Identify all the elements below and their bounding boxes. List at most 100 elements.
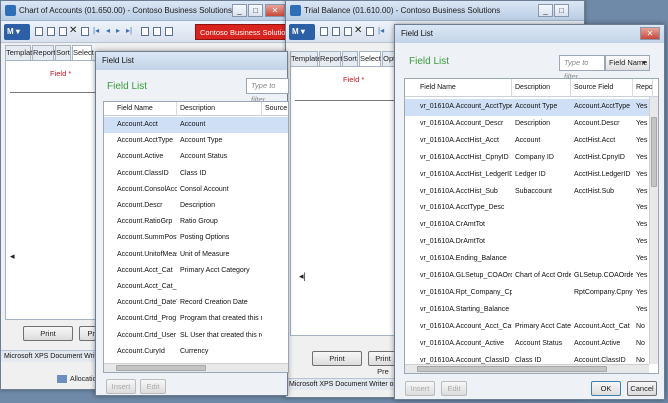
table-row[interactable]: Account.Acct_Cat Primary Acct Category (104, 263, 288, 279)
first-record-icon[interactable]: |◂ (378, 26, 384, 35)
table-row[interactable]: Account.Active Account Status (104, 149, 288, 165)
minimize-button[interactable]: _ (538, 4, 553, 17)
tab-select[interactable]: Select (72, 45, 94, 60)
note-icon[interactable] (153, 27, 161, 36)
table-row[interactable]: vr_01610A.Account_AcctType Account Type Ac… (405, 99, 658, 116)
edit-button[interactable]: Edit (441, 381, 467, 396)
last-record-icon[interactable]: ▸| (126, 26, 132, 35)
find-icon[interactable] (141, 27, 149, 36)
tab-select[interactable]: Select (359, 51, 381, 66)
sort-by-dropdown[interactable]: Field Name ▾ (605, 55, 650, 71)
close-button[interactable]: ✕ (265, 4, 285, 17)
window-titlebar[interactable]: Trial Balance (01.610.00) - Contoso Busi… (286, 1, 584, 21)
table-row[interactable]: vr_01610A.DrAmtTot Yes (405, 234, 658, 251)
table-row[interactable]: Account.RatioGrp Ratio Group (104, 214, 288, 230)
delete-icon[interactable]: ✕ (69, 25, 77, 36)
cell-description: Account Type (515, 103, 558, 110)
maximize-button[interactable]: □ (554, 4, 569, 17)
paste-icon[interactable] (81, 27, 89, 36)
copy-icon[interactable] (344, 27, 352, 36)
table-row[interactable]: Account.Acct_Cat_SW (104, 279, 288, 295)
dynamics-menu-button[interactable]: M ▾ (4, 24, 30, 40)
column-header-report[interactable]: Report (633, 79, 653, 97)
insert-button[interactable]: Insert (106, 379, 136, 394)
print-button[interactable]: Print (312, 351, 362, 366)
table-row[interactable]: Account.Descr Description (104, 198, 288, 214)
tab-report[interactable]: Report (319, 51, 343, 66)
company-button[interactable]: Contoso Business Solutions (195, 24, 299, 40)
minimize-button[interactable]: _ (232, 4, 247, 17)
cell-field-name: vr_01610A.AcctHist_LedgerID (420, 170, 512, 178)
column-header-source-field[interactable]: Source Fie (262, 102, 288, 116)
allocation-item[interactable]: Allocation (57, 375, 100, 383)
column-header-description[interactable]: Description (177, 102, 262, 116)
table-row[interactable]: Account.Crtd_Prog Program that created th… (104, 311, 288, 327)
column-header-source-field[interactable]: Source Field (571, 79, 633, 97)
table-row[interactable]: Account.AcctType Account Type (104, 133, 288, 149)
field-grid[interactable]: Field Name Description Source Field Repo… (404, 78, 659, 374)
insert-button[interactable]: Insert (405, 381, 435, 396)
paste-icon[interactable] (366, 27, 374, 36)
tab-sort[interactable]: Sort (342, 51, 358, 66)
ok-button[interactable]: OK (591, 381, 621, 396)
table-row[interactable]: Account.Crtd_DateTimeRecord Creation Dat… (104, 295, 288, 311)
horizontal-scrollbar[interactable] (405, 364, 649, 373)
tab-report[interactable]: Report (32, 45, 56, 60)
table-row[interactable]: vr_01610A.AcctType_Desc Yes (405, 200, 658, 217)
tab-template[interactable]: Template (5, 45, 36, 60)
horizontal-scrollbar[interactable] (104, 363, 288, 372)
edit-button[interactable]: Edit (140, 379, 166, 394)
close-button[interactable]: ✕ (640, 27, 660, 40)
table-row[interactable]: Account.UnitofMeas Unit of Measure (104, 247, 288, 263)
table-row[interactable]: vr_01610A.Account_Active Account Status Ac… (405, 336, 658, 353)
scroll-thumb[interactable] (417, 366, 607, 372)
previous-record-icon[interactable]: ◂ (106, 26, 110, 35)
table-row[interactable]: Account.CuryId Currency (104, 344, 288, 360)
copy-icon[interactable] (59, 27, 67, 36)
table-row[interactable]: vr_01610A.GLSetup_COAOrder Chart of Acct … (405, 268, 658, 285)
filter-input[interactable]: Type to filter (246, 78, 289, 104)
table-row[interactable]: Account.Crtd_User SL User that created th… (104, 328, 288, 344)
next-record-icon[interactable]: ▸ (116, 26, 120, 35)
column-header-field-name[interactable]: Field Name (417, 79, 512, 97)
table-row[interactable]: vr_01610A.Account_Descr Description Accoun… (405, 116, 658, 133)
scroll-thumb[interactable] (116, 365, 206, 371)
column-header-description[interactable]: Description (512, 79, 571, 97)
table-row[interactable]: vr_01610A.Rpt_Company_CpnyName RptCompany… (405, 285, 658, 302)
table-row[interactable]: Account.SummPost Posting Options (104, 230, 288, 246)
first-record-icon[interactable]: |◂ (93, 26, 99, 35)
scroll-thumb[interactable] (651, 117, 657, 187)
table-row[interactable]: vr_01610A.AcctHist_LedgerID Ledger ID Acct… (405, 167, 658, 184)
window-titlebar[interactable]: Chart of Accounts (01.650.00) - Contoso … (1, 1, 289, 21)
filter-input[interactable]: Type to filter (559, 55, 605, 81)
cell-description: Ratio Group (180, 218, 218, 226)
table-row[interactable]: Account.ClassID Class ID (104, 166, 288, 182)
maximize-button[interactable]: □ (248, 4, 263, 17)
table-row[interactable]: vr_01610A.CrAmtTot Yes (405, 217, 658, 234)
select-grid[interactable]: Field * ◂| (290, 66, 398, 336)
delete-icon[interactable]: ✕ (354, 25, 362, 36)
save-icon[interactable] (332, 27, 340, 36)
table-row[interactable]: vr_01610A.AcctHist_Sub Subaccount AcctHist… (405, 184, 658, 201)
vertical-scrollbar[interactable] (649, 97, 658, 364)
scroll-left-icon[interactable]: ◂| (299, 271, 306, 282)
table-row[interactable]: vr_01610A.AcctHist_Acct Account AcctHist.A… (405, 133, 658, 150)
table-row[interactable]: Account.Acct Account (104, 117, 288, 134)
tab-sort[interactable]: Sort (55, 45, 71, 60)
save-icon[interactable] (47, 27, 55, 36)
scroll-left-icon[interactable]: ◂ (10, 251, 15, 262)
table-row[interactable]: Account.ConsolAcct Consol Account (104, 182, 288, 198)
column-header-field-name[interactable]: Field Name (114, 102, 177, 116)
table-row[interactable]: vr_01610A.AcctHist_CpnyID Company ID AcctH… (405, 150, 658, 167)
cancel-button[interactable]: Cancel (627, 381, 657, 396)
field-grid[interactable]: Field Name Description Source Fie Accoun… (103, 101, 289, 373)
new-icon[interactable] (35, 27, 43, 36)
table-row[interactable]: vr_01610A.Starting_Balance Yes (405, 302, 658, 319)
print-button[interactable]: Print (23, 326, 73, 341)
table-row[interactable]: vr_01610A.Account_Acct_Cat Primary Acct C… (405, 319, 658, 336)
dynamics-menu-button[interactable]: M ▾ (289, 24, 315, 40)
new-icon[interactable] (320, 27, 328, 36)
table-row[interactable]: vr_01610A.Ending_Balance Yes (405, 251, 658, 268)
tab-template[interactable]: Template (290, 51, 321, 66)
help-icon[interactable] (165, 27, 173, 36)
